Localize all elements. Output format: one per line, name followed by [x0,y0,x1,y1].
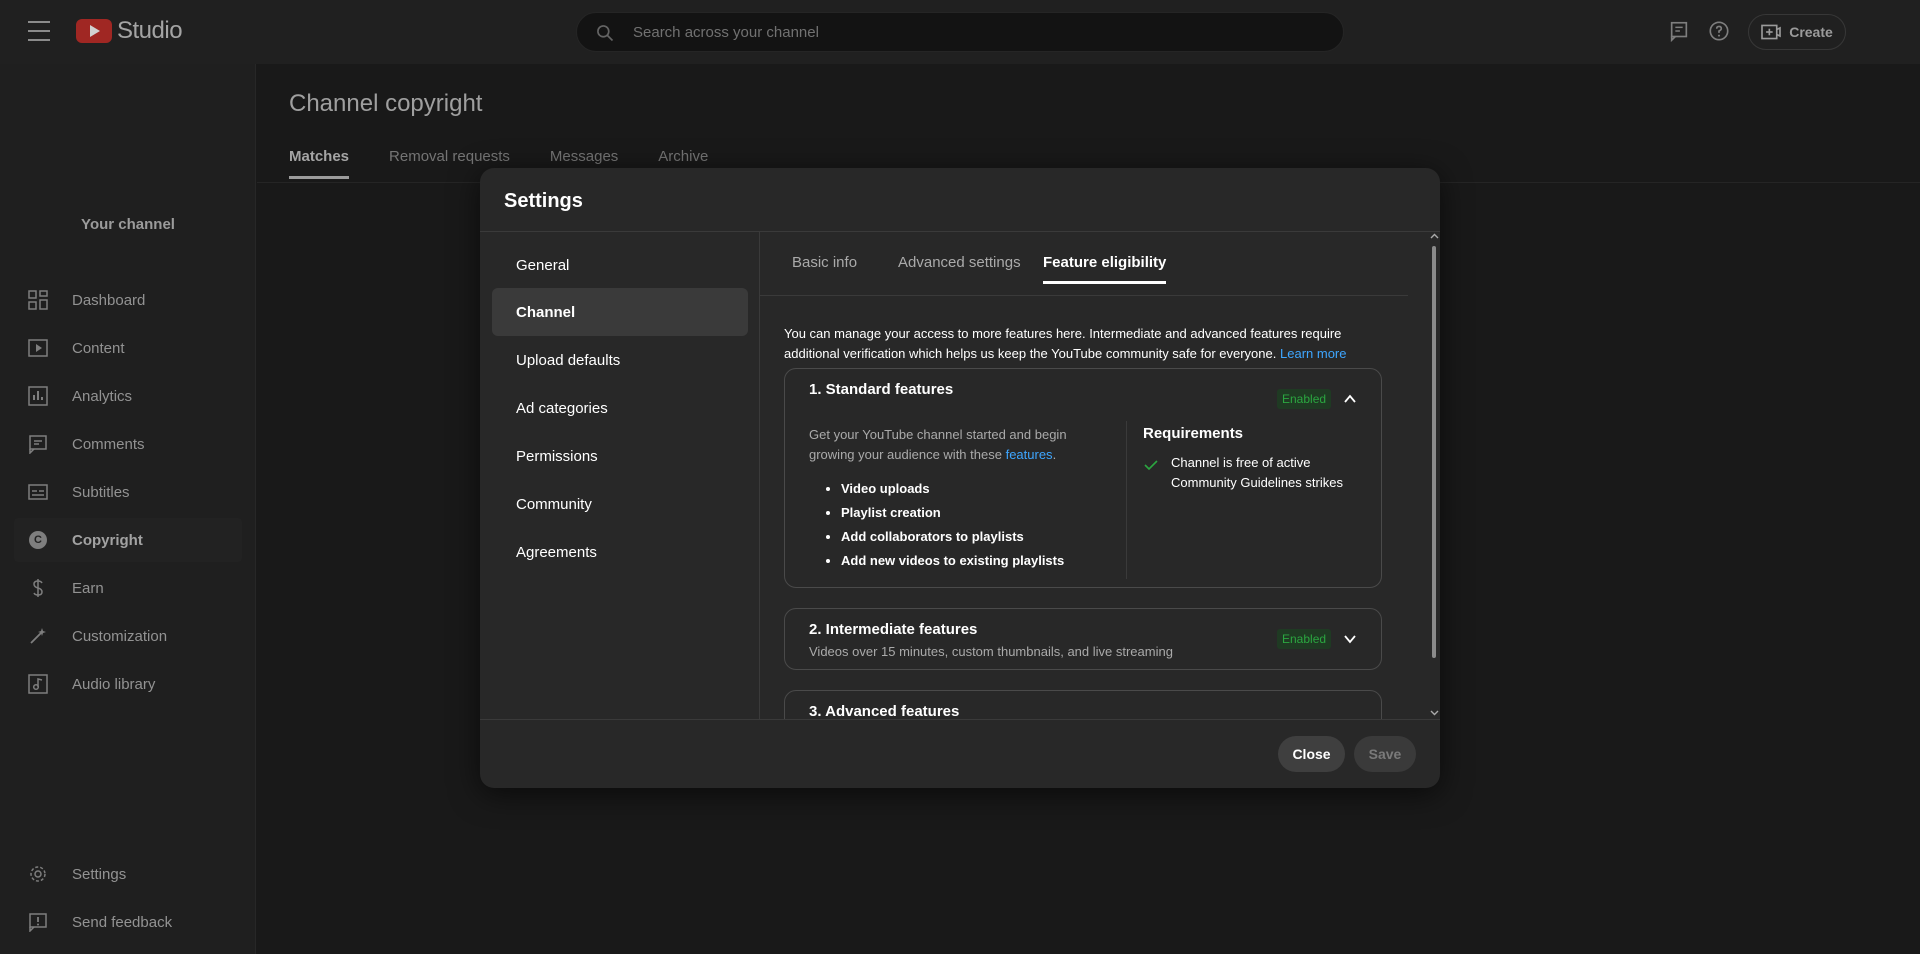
card-subtitle: Videos over 15 minutes, custom thumbnail… [809,644,1173,659]
card-desc-suffix: . [1052,447,1057,462]
tab-advanced-settings[interactable]: Advanced settings [898,254,1021,284]
intro-body: You can manage your access to more featu… [784,326,1342,361]
settings-nav-agreements[interactable]: Agreements [492,528,748,576]
card-title: 1. Standard features [809,381,954,398]
list-item: Video uploads [841,477,1064,501]
settings-nav-ad-categories[interactable]: Ad categories [492,384,748,432]
scroll-up-icon[interactable] [1430,232,1439,241]
advanced-features-card[interactable]: 3. Advanced features [784,690,1382,719]
intermediate-features-card[interactable]: 2. Intermediate features Videos over 15 … [784,608,1382,670]
scroll-down-icon[interactable] [1430,708,1439,717]
scroll-thumb[interactable] [1432,246,1436,658]
card-title: 3. Advanced features [809,703,960,719]
chevron-down-icon[interactable] [1343,632,1357,646]
tab-basic-info[interactable]: Basic info [792,254,857,284]
card-title: 2. Intermediate features [809,621,978,638]
scrollbar[interactable] [1429,232,1440,719]
intro-text: You can manage your access to more featu… [784,324,1384,364]
settings-dialog: Settings General Channel Upload defaults… [480,168,1440,788]
settings-nav-permissions[interactable]: Permissions [492,432,748,480]
dialog-title: Settings [504,190,583,212]
requirement-item: Channel is free of active Community Guid… [1171,455,1343,490]
settings-nav-general[interactable]: General [492,241,748,289]
card-divider [1126,421,1127,579]
save-button[interactable]: Save [1354,736,1416,772]
standard-features-card: 1. Standard features Enabled Get your Yo… [784,368,1382,588]
channel-subtabs: Basic info Advanced settings Feature eli… [760,232,1408,296]
tab-feature-eligibility[interactable]: Feature eligibility [1043,254,1167,284]
checkmark-icon [1144,460,1158,471]
status-badge: Enabled [1277,389,1332,409]
close-button[interactable]: Close [1278,736,1345,772]
chevron-up-icon[interactable] [1343,392,1357,406]
requirements-title: Requirements [1143,425,1244,442]
features-link[interactable]: features [1006,447,1053,462]
list-item: Playlist creation [841,501,1064,525]
list-item: Add new videos to existing playlists [841,549,1064,573]
settings-nav-community[interactable]: Community [492,480,748,528]
settings-content: Basic info Advanced settings Feature eli… [760,232,1440,719]
settings-nav-channel[interactable]: Channel [492,288,748,336]
learn-more-link[interactable]: Learn more [1280,346,1346,361]
dialog-divider [480,719,1440,720]
settings-nav-upload-defaults[interactable]: Upload defaults [492,336,748,384]
status-badge: Enabled [1277,629,1332,649]
feature-list: Video uploads Playlist creation Add coll… [841,477,1064,573]
card-description: Get your YouTube channel started and beg… [809,425,1109,465]
list-item: Add collaborators to playlists [841,525,1064,549]
